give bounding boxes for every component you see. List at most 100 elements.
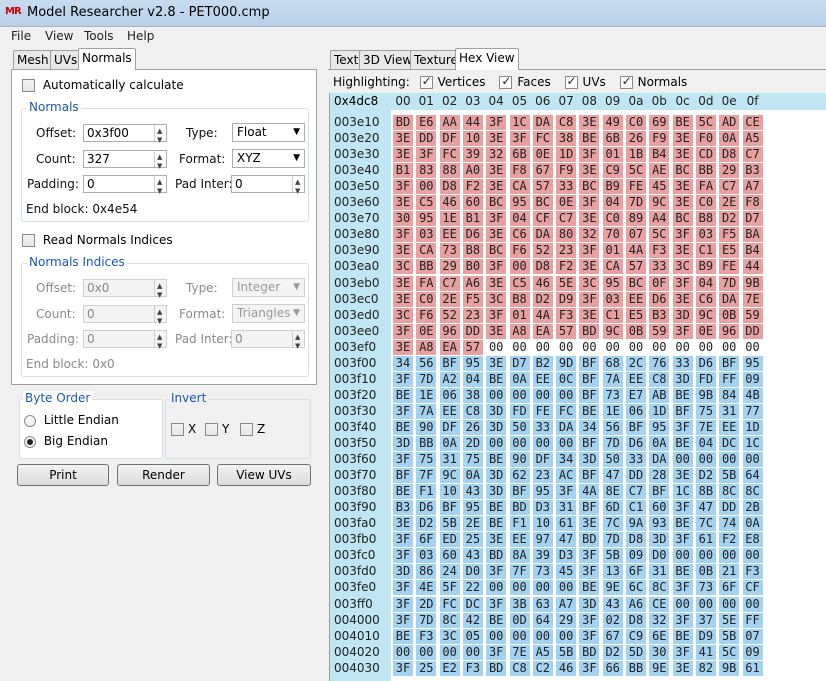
hex-byte-cell[interactable]: BE [672,115,693,130]
hex-byte-cell[interactable]: F5 [719,227,740,243]
hex-byte-cell[interactable]: 50 [602,452,623,468]
hex-byte-cell[interactable]: 5E [719,612,740,628]
hex-byte-cell[interactable]: 42 [462,612,483,628]
hex-byte-cell[interactable]: A6 [462,275,483,291]
hex-byte-cell[interactable]: 3F [393,403,413,419]
hex-byte-cell[interactable]: 82 [695,660,716,676]
hex-byte-cell[interactable]: D2 [695,468,716,484]
hex-byte-cell[interactable]: E8 [742,532,763,548]
hex-byte-cell[interactable]: 90 [416,419,437,435]
count-field[interactable]: 327 [83,149,167,174]
hex-byte-cell[interactable]: 57 [626,259,646,275]
hex-byte-cell[interactable]: 59 [742,307,763,323]
print-button[interactable]: Print [17,464,109,486]
hex-byte-cell[interactable]: 88 [439,163,460,179]
hex-byte-cell[interactable]: C7 [626,484,646,500]
hex-byte-cell[interactable]: 1E [416,387,437,403]
hex-byte-cell[interactable]: 38 [556,131,577,147]
hex-byte-cell[interactable]: BF [672,403,693,419]
hex-byte-cell[interactable]: 6F [626,564,646,580]
hex-byte-cell[interactable]: BC [672,211,693,227]
hex-byte-cell[interactable]: AA [439,115,460,130]
hex-byte-cell[interactable]: 43 [462,484,483,500]
hex-byte-cell[interactable]: C1 [602,307,623,323]
hex-byte-cell[interactable]: EE [439,403,460,419]
hex-byte-cell[interactable]: FC [439,596,460,612]
hex-byte-cell[interactable]: 60 [439,548,460,564]
hex-byte-cell[interactable]: 3E [393,147,413,163]
hex-byte-cell[interactable]: 01 [602,147,623,163]
hex-byte-cell[interactable]: BC [486,243,507,259]
hex-byte-cell[interactable]: 3C [672,259,693,275]
hex-byte-cell[interactable]: 1E [602,403,623,419]
hex-byte-cell[interactable]: 30 [393,211,413,227]
hex-byte-cell[interactable]: 3F [579,243,600,259]
hex-byte-cell[interactable]: 69 [649,115,670,130]
hex-byte-cell[interactable]: E6 [416,115,437,130]
hex-byte-cell[interactable]: E7 [626,387,646,403]
hex-byte-cell[interactable]: 97 [532,532,553,548]
hex-byte-cell[interactable]: 00 [743,340,763,355]
hex-byte-cell[interactable]: 59 [649,323,670,339]
hex-byte-cell[interactable]: 47 [556,532,577,548]
hex-byte-cell[interactable]: 29 [719,163,740,179]
hex-byte-cell[interactable]: 1B [626,147,646,163]
little-endian-option[interactable]: Little Endian [24,413,119,427]
hex-byte-cell[interactable]: FC [556,403,577,419]
hex-byte-cell[interactable]: E2 [439,660,460,676]
hex-byte-cell[interactable]: 3E [672,468,693,484]
hex-byte-cell[interactable]: F6 [509,243,530,259]
hex-byte-cell[interactable]: 67 [532,163,553,179]
hex-byte-cell[interactable]: ED [439,532,460,548]
hex-byte-cell[interactable]: 95 [602,275,623,291]
hex-byte-cell[interactable]: 00 [556,580,577,596]
uvs-checkbox[interactable] [564,74,578,89]
hex-byte-cell[interactable]: FE [719,259,740,275]
tab-hex-view[interactable]: Hex View [455,48,519,70]
hex-byte-cell[interactable]: D3 [532,500,553,516]
hex-byte-cell[interactable]: 3E [579,516,600,532]
hex-byte-cell[interactable]: 8C [649,580,670,596]
hex-byte-cell[interactable]: B4 [742,243,763,259]
hex-byte-cell[interactable]: 7F [416,468,437,484]
hex-byte-cell[interactable]: 57 [556,323,577,339]
hex-byte-cell[interactable]: 7A [416,403,437,419]
hex-byte-cell[interactable]: 3F [393,612,413,628]
hex-byte-cell[interactable]: EE [626,291,646,307]
hex-byte-cell[interactable]: 00 [672,452,693,468]
hex-byte-cell[interactable]: E5 [719,243,740,259]
hex-byte-cell[interactable]: 3E [579,115,600,130]
hex-byte-cell[interactable]: 8E [602,484,623,500]
hex-byte-cell[interactable]: 46 [556,660,577,676]
hex-byte-cell[interactable]: 00 [742,596,763,612]
hex-byte-cell[interactable]: B1 [393,163,413,179]
invert-x-checkbox[interactable] [171,423,184,436]
hex-byte-cell[interactable]: CA [416,243,437,259]
hex-byte-cell[interactable]: DD [742,323,763,339]
hex-byte-cell[interactable]: 3E [486,323,507,339]
hex-byte-cell[interactable]: 3D [579,596,600,612]
hex-byte-cell[interactable]: 3E [486,532,507,548]
read-indices-row[interactable]: Read Normals Indices [22,233,173,247]
hex-byte-cell[interactable]: C8 [556,115,577,130]
hex-byte-cell[interactable]: 00 [742,452,763,468]
hex-byte-cell[interactable]: 3C [393,259,413,275]
hex-byte-cell[interactable]: 00 [719,596,740,612]
hex-byte-cell[interactable]: A5 [742,131,763,147]
hex-byte-cell[interactable]: BE [393,484,413,500]
hex-byte-cell[interactable]: C0 [695,195,716,211]
indices-count-field[interactable]: 0 [83,304,167,329]
hex-byte-cell[interactable]: 00 [719,340,739,355]
hex-byte-cell[interactable]: D6 [649,291,670,307]
hex-byte-cell[interactable]: DA [556,419,577,435]
hex-byte-cell[interactable]: 3D [486,468,507,484]
hex-byte-cell[interactable]: 9E [602,580,623,596]
hex-byte-cell[interactable]: 23 [532,468,553,484]
hex-byte-cell[interactable]: AD [719,115,740,130]
hex-byte-cell[interactable]: 30 [649,644,670,660]
hex-byte-cell[interactable]: 04 [509,211,530,227]
hex-grid[interactable]: 0x4dc8 00 01 02 03 04 05 06 07 08 09 0a 0b 0c 0d 0e 0f … [329,93,826,681]
hex-byte-cell[interactable]: 8B [695,484,716,500]
hex-byte-cell[interactable]: DA [719,291,740,307]
hex-byte-cell[interactable]: EE [719,419,740,435]
